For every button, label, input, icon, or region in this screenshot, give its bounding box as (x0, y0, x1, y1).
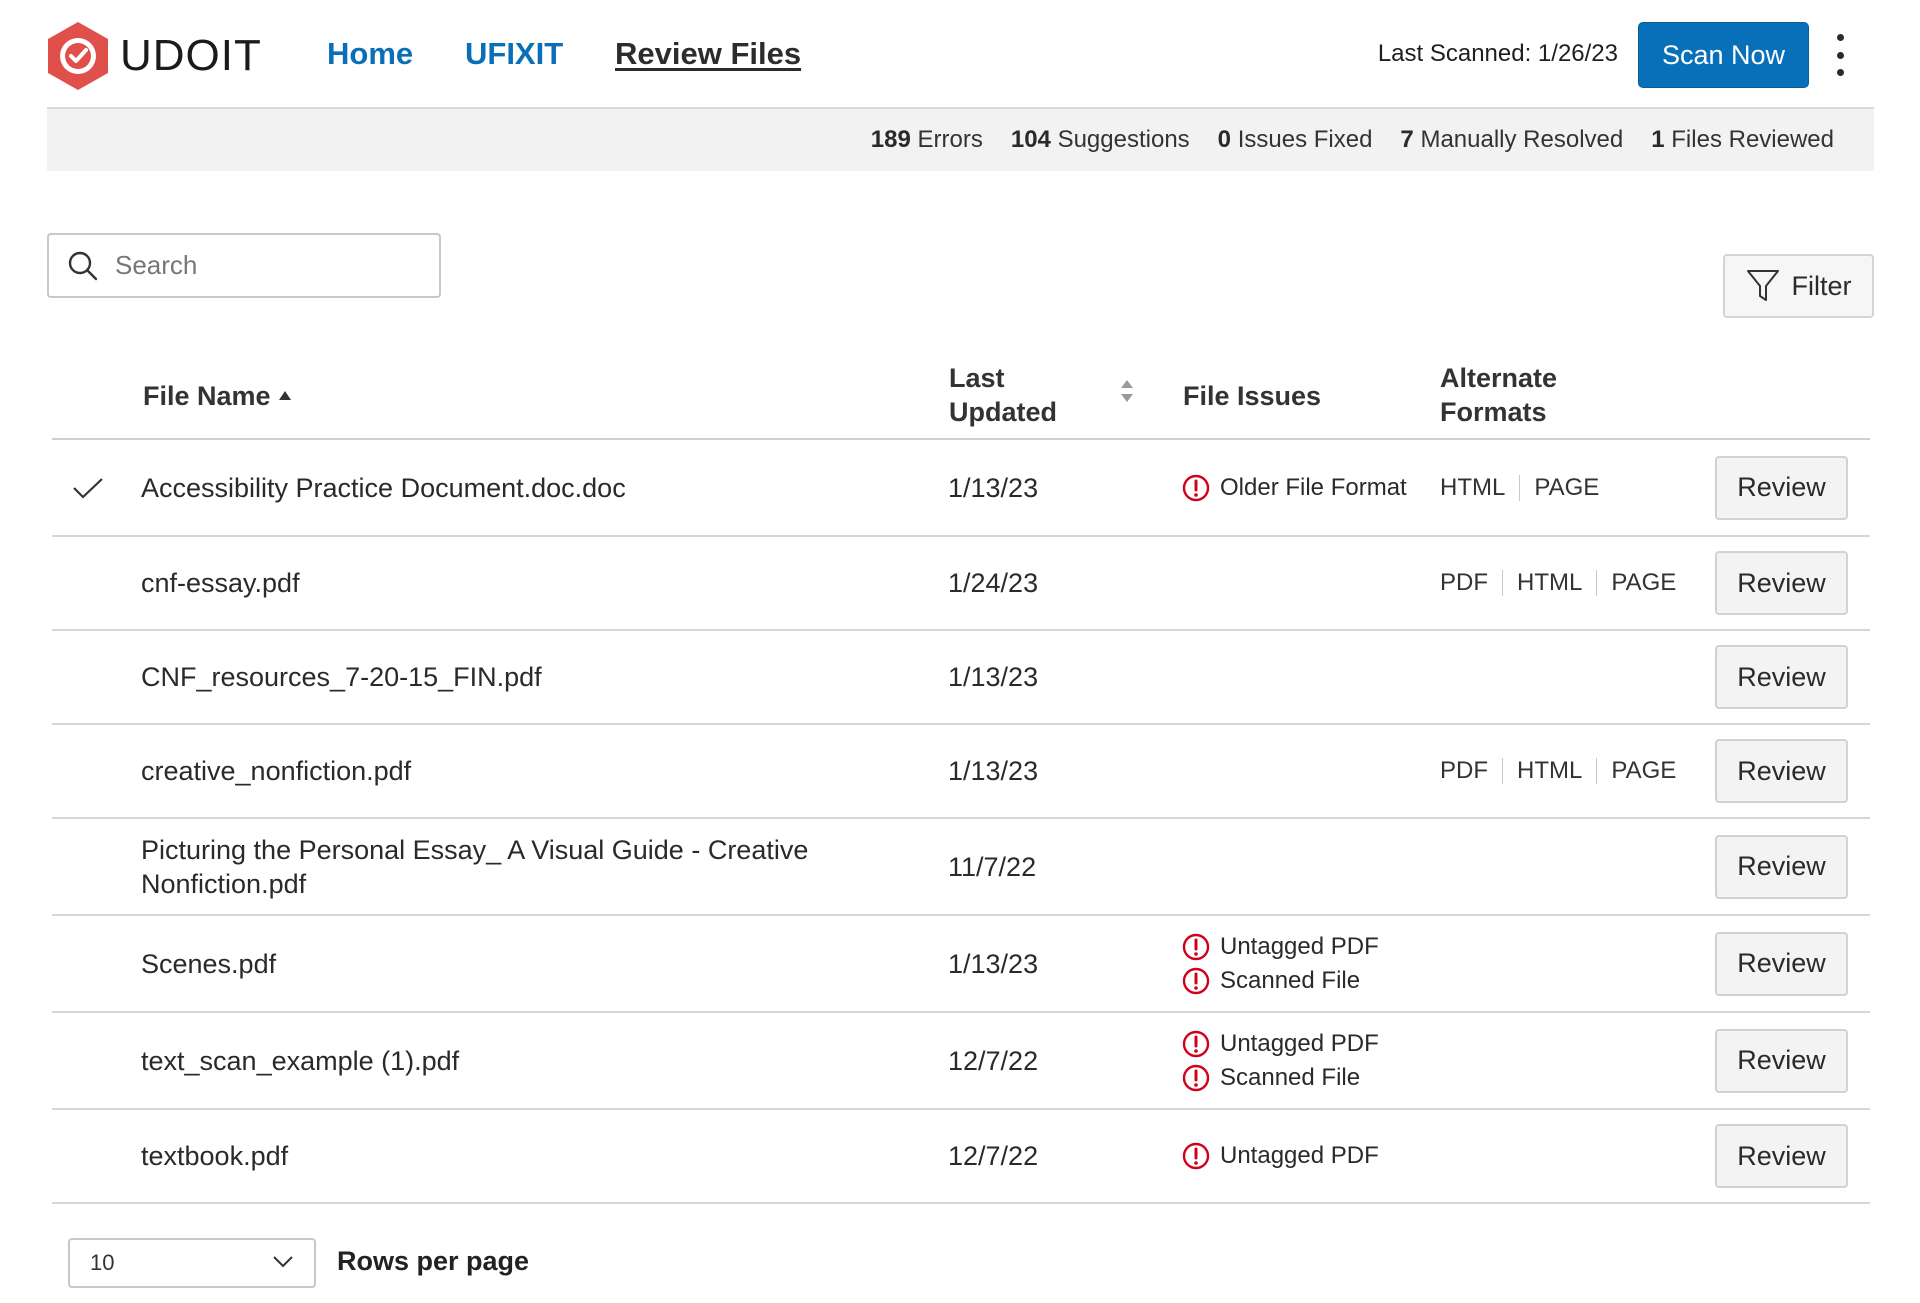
file-issue-item: Older File Format (1182, 471, 1422, 505)
udoit-logo[interactable]: UDOIT (46, 20, 262, 92)
file-name: Picturing the Personal Essay_ A Visual G… (141, 834, 809, 899)
issues-fixed-stat: 0 Issues Fixed (1217, 126, 1373, 153)
review-button[interactable]: Review (1715, 931, 1848, 996)
format-divider (1596, 570, 1598, 596)
last-updated-date: 1/13/23 (948, 756, 1039, 786)
review-button[interactable]: Review (1715, 645, 1848, 709)
file-name: creative_nonfiction.pdf (141, 756, 412, 786)
error-alert-icon (1182, 1064, 1210, 1091)
files-reviewed-stat: 1 Files Reviewed (1651, 126, 1834, 153)
sort-ascending-icon (278, 391, 291, 401)
manually-resolved-stat: 7 Manually Resolved (1400, 126, 1624, 153)
column-alternate-formats: Alternate Formats (1440, 363, 1558, 427)
last-updated-date: 12/7/22 (948, 1045, 1039, 1076)
column-file-issues: File Issues (1183, 381, 1322, 411)
last-updated-date: 12/7/22 (948, 1141, 1039, 1171)
format-link-page[interactable]: PAGE (1611, 754, 1676, 788)
format-link-page[interactable]: PAGE (1534, 471, 1599, 505)
file-name: Accessibility Practice Document.doc.doc (141, 472, 626, 503)
nav-ufixit[interactable]: UFIXIT (465, 36, 563, 72)
table-row: textbook.pdf 12/7/22 Untagged PDF Review (52, 1110, 1870, 1204)
error-alert-icon (1182, 474, 1210, 501)
filter-button[interactable]: Filter (1723, 254, 1874, 318)
table-row: Picturing the Personal Essay_ A Visual G… (52, 819, 1870, 916)
last-updated-date: 1/13/23 (948, 662, 1039, 692)
format-divider (1519, 474, 1521, 501)
format-divider (1596, 758, 1598, 784)
last-scanned-text: Last Scanned: 1/26/23 (1377, 40, 1618, 67)
errors-stat: 189 Errors (870, 126, 983, 153)
nav-review-files[interactable]: Review Files (615, 36, 801, 72)
format-link-html[interactable]: HTML (1517, 754, 1582, 788)
review-button[interactable]: Review (1715, 1124, 1848, 1188)
file-issue-item: Untagged PDF (1182, 1027, 1422, 1061)
file-name: text_scan_example (1).pdf (141, 1045, 460, 1076)
alternate-formats: PDF HTML PAGE (1440, 754, 1676, 788)
format-link-pdf[interactable]: PDF (1440, 754, 1488, 788)
table-header: File Name Last Updated File Issues Alter… (52, 352, 1870, 440)
file-name: cnf-essay.pdf (141, 568, 300, 598)
file-issues: Untagged PDF (1182, 1139, 1422, 1173)
suggestions-stat: 104 Suggestions (1010, 126, 1190, 153)
alternate-formats: PDF HTML PAGE (1440, 566, 1676, 600)
table-row: CNF_resources_7-20-15_FIN.pdf 1/13/23 Revi… (52, 631, 1870, 725)
file-issue-item: Untagged PDF (1182, 930, 1422, 964)
file-issue-item: Scanned File (1182, 964, 1422, 998)
nav-home[interactable]: Home (327, 36, 413, 72)
file-issue-item: Untagged PDF (1182, 1139, 1422, 1173)
reviewed-check-icon (70, 473, 106, 503)
app-name: UDOIT (120, 31, 262, 80)
review-button[interactable]: Review (1715, 739, 1848, 803)
error-alert-icon (1182, 1142, 1210, 1170)
app-header: UDOIT Home UFIXIT Review Files Last Scan… (0, 0, 1920, 108)
last-updated-date: 1/24/23 (948, 568, 1039, 598)
error-alert-icon (1182, 1030, 1210, 1057)
table-row: text_scan_example (1).pdf 12/7/22 Untagged… (52, 1013, 1870, 1110)
rows-per-page-label: Rows per page (337, 1246, 530, 1276)
table-row: Accessibility Practice Document.doc.doc 1… (52, 440, 1870, 537)
file-issues: Older File Format (1182, 471, 1422, 505)
review-button[interactable]: Review (1715, 551, 1848, 615)
last-updated-date: 1/13/23 (948, 948, 1039, 979)
error-alert-icon (1182, 933, 1210, 960)
format-divider (1502, 758, 1503, 784)
sort-unsorted-icon[interactable] (1121, 380, 1133, 402)
column-last-updated[interactable]: Last Updated (949, 361, 1057, 429)
search-input[interactable] (115, 250, 415, 281)
file-issue-item: Scanned File (1182, 1061, 1422, 1095)
format-divider (1502, 570, 1503, 596)
filter-funnel-icon (1746, 270, 1779, 301)
review-button[interactable]: Review (1715, 1028, 1848, 1093)
rows-per-page-value: 10 (90, 1250, 115, 1275)
chevron-down-icon (273, 1256, 293, 1268)
file-name: Scenes.pdf (141, 948, 277, 979)
last-updated-date: 11/7/22 (948, 851, 1037, 882)
review-button[interactable]: Review (1715, 455, 1848, 520)
format-link-pdf[interactable]: PDF (1440, 566, 1488, 600)
column-file-name[interactable]: File Name (143, 379, 291, 413)
rows-per-page-select[interactable]: 10 (68, 1238, 316, 1288)
format-link-page[interactable]: PAGE (1611, 566, 1676, 600)
scan-now-button[interactable]: Scan Now (1638, 22, 1809, 88)
summary-bar: 189 Errors 104 Suggestions 0 Issues Fixe… (47, 107, 1874, 171)
search-icon (68, 251, 98, 280)
table-row: creative_nonfiction.pdf 1/13/23 PDF HTML PAG… (52, 725, 1870, 819)
file-issues: Untagged PDF Scanned File (1182, 930, 1422, 998)
table-row: cnf-essay.pdf 1/24/23 PDF HTML PAGE Review (52, 537, 1870, 631)
search-box[interactable] (47, 233, 441, 298)
filter-label: Filter (1791, 270, 1852, 301)
file-name: CNF_resources_7-20-15_FIN.pdf (141, 662, 542, 692)
review-button[interactable]: Review (1715, 834, 1848, 899)
file-name: textbook.pdf (141, 1141, 289, 1171)
last-updated-date: 1/13/23 (948, 472, 1039, 503)
file-issues: Untagged PDF Scanned File (1182, 1027, 1422, 1095)
error-alert-icon (1182, 967, 1210, 994)
format-link-html[interactable]: HTML (1440, 471, 1505, 505)
table-row: Scenes.pdf 1/13/23 Untagged PDF Scanned Fil… (52, 916, 1870, 1013)
alternate-formats: HTML PAGE (1440, 471, 1599, 505)
more-options-icon[interactable] (1830, 34, 1850, 76)
udoit-shield-icon (48, 22, 108, 90)
format-link-html[interactable]: HTML (1517, 566, 1582, 600)
